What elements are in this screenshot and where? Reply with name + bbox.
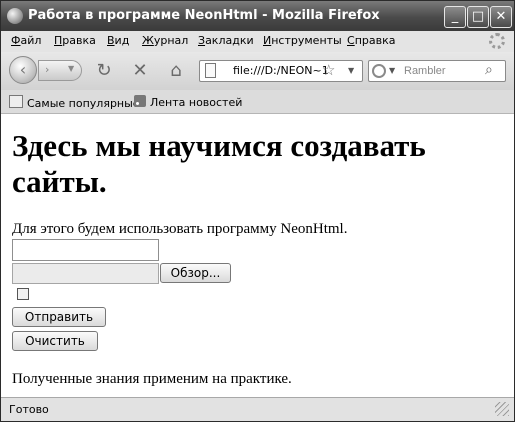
reset-button[interactable]: Очистить [12, 331, 98, 351]
bookmark-label: Самые популярные [27, 97, 140, 110]
bookmarks-toolbar: Самые популярные Лента новостей [1, 90, 514, 114]
page-heading: Здесь мы научимся создавать сайты. [12, 128, 426, 199]
browse-button[interactable]: Обзор... [160, 263, 231, 283]
search-engine-dropdown-icon[interactable]: ▼ [389, 66, 395, 75]
file-path-input[interactable] [12, 263, 159, 284]
resize-grip-icon[interactable] [495, 402, 509, 416]
search-go-icon[interactable]: ⌕ [485, 62, 493, 78]
menu-help[interactable]: Справка [347, 34, 395, 47]
menu-file[interactable]: Файл [11, 34, 41, 47]
status-bar: Готово [1, 397, 514, 421]
address-bar[interactable]: file:///D:/NEON~1 ☆ ▼ [199, 60, 363, 82]
menu-bookmarks[interactable]: Закладки [198, 34, 254, 47]
home-icon[interactable]: ⌂ [165, 60, 187, 82]
status-text: Готово [9, 403, 49, 416]
closing-paragraph: Полученные знания применим на практике. [12, 371, 292, 387]
address-dropdown-icon[interactable]: ▼ [348, 66, 354, 75]
bookmark-news-feed[interactable]: Лента новостей [134, 95, 242, 109]
page-content: Здесь мы научимся создавать сайты. Для э… [1, 114, 514, 397]
bookmark-star-icon[interactable]: ☆ [322, 61, 335, 79]
menu-edit[interactable]: Правка [54, 34, 96, 47]
reload-icon[interactable]: ↻ [93, 60, 115, 82]
menu-history[interactable]: Журнал [142, 34, 188, 47]
text-input[interactable] [12, 239, 159, 261]
checkbox[interactable] [17, 288, 29, 300]
rss-feed-icon [134, 95, 146, 107]
submit-button[interactable]: Отправить [12, 307, 106, 327]
intro-paragraph: Для этого будем использовать программу N… [12, 221, 348, 237]
menu-view[interactable]: Вид [107, 34, 129, 47]
bookmark-folder-icon [9, 95, 23, 108]
close-button[interactable]: ✕ [490, 6, 512, 28]
menu-tools[interactable]: Инструменты [263, 34, 342, 47]
forward-arrow-icon: › [45, 63, 50, 76]
firefox-icon [7, 8, 23, 24]
minimize-button[interactable]: _ [444, 6, 466, 28]
search-engine-icon[interactable] [372, 64, 386, 78]
forward-button[interactable]: › ▼ [38, 60, 82, 81]
title-bar[interactable]: Работа в программе NeonHtml - Mozilla Fi… [1, 1, 514, 31]
menu-bar: Файл Правка Вид Журнал Закладки Инструме… [1, 31, 514, 52]
back-button[interactable]: ‹ [9, 56, 37, 84]
search-placeholder: Rambler [404, 65, 446, 77]
page-icon [205, 63, 216, 78]
activity-throbber-icon [489, 33, 505, 49]
search-box[interactable]: ▼ Rambler ⌕ [368, 60, 506, 82]
maximize-button[interactable]: □ [467, 6, 489, 28]
browser-window: Работа в программе NeonHtml - Mozilla Fi… [0, 0, 515, 422]
bookmark-most-visited[interactable]: Самые популярные [9, 95, 140, 110]
navigation-toolbar: ‹ › ▼ ↻ ✕ ⌂ file:///D:/NEON~1 ☆ ▼ ▼ Ramb… [1, 52, 514, 90]
history-dropdown-icon[interactable]: ▼ [68, 64, 74, 73]
address-url: file:///D:/NEON~1 [233, 64, 329, 77]
bookmark-label: Лента новостей [150, 96, 243, 109]
window-title: Работа в программе NeonHtml - Mozilla Fi… [28, 8, 380, 23]
stop-icon[interactable]: ✕ [129, 60, 151, 82]
